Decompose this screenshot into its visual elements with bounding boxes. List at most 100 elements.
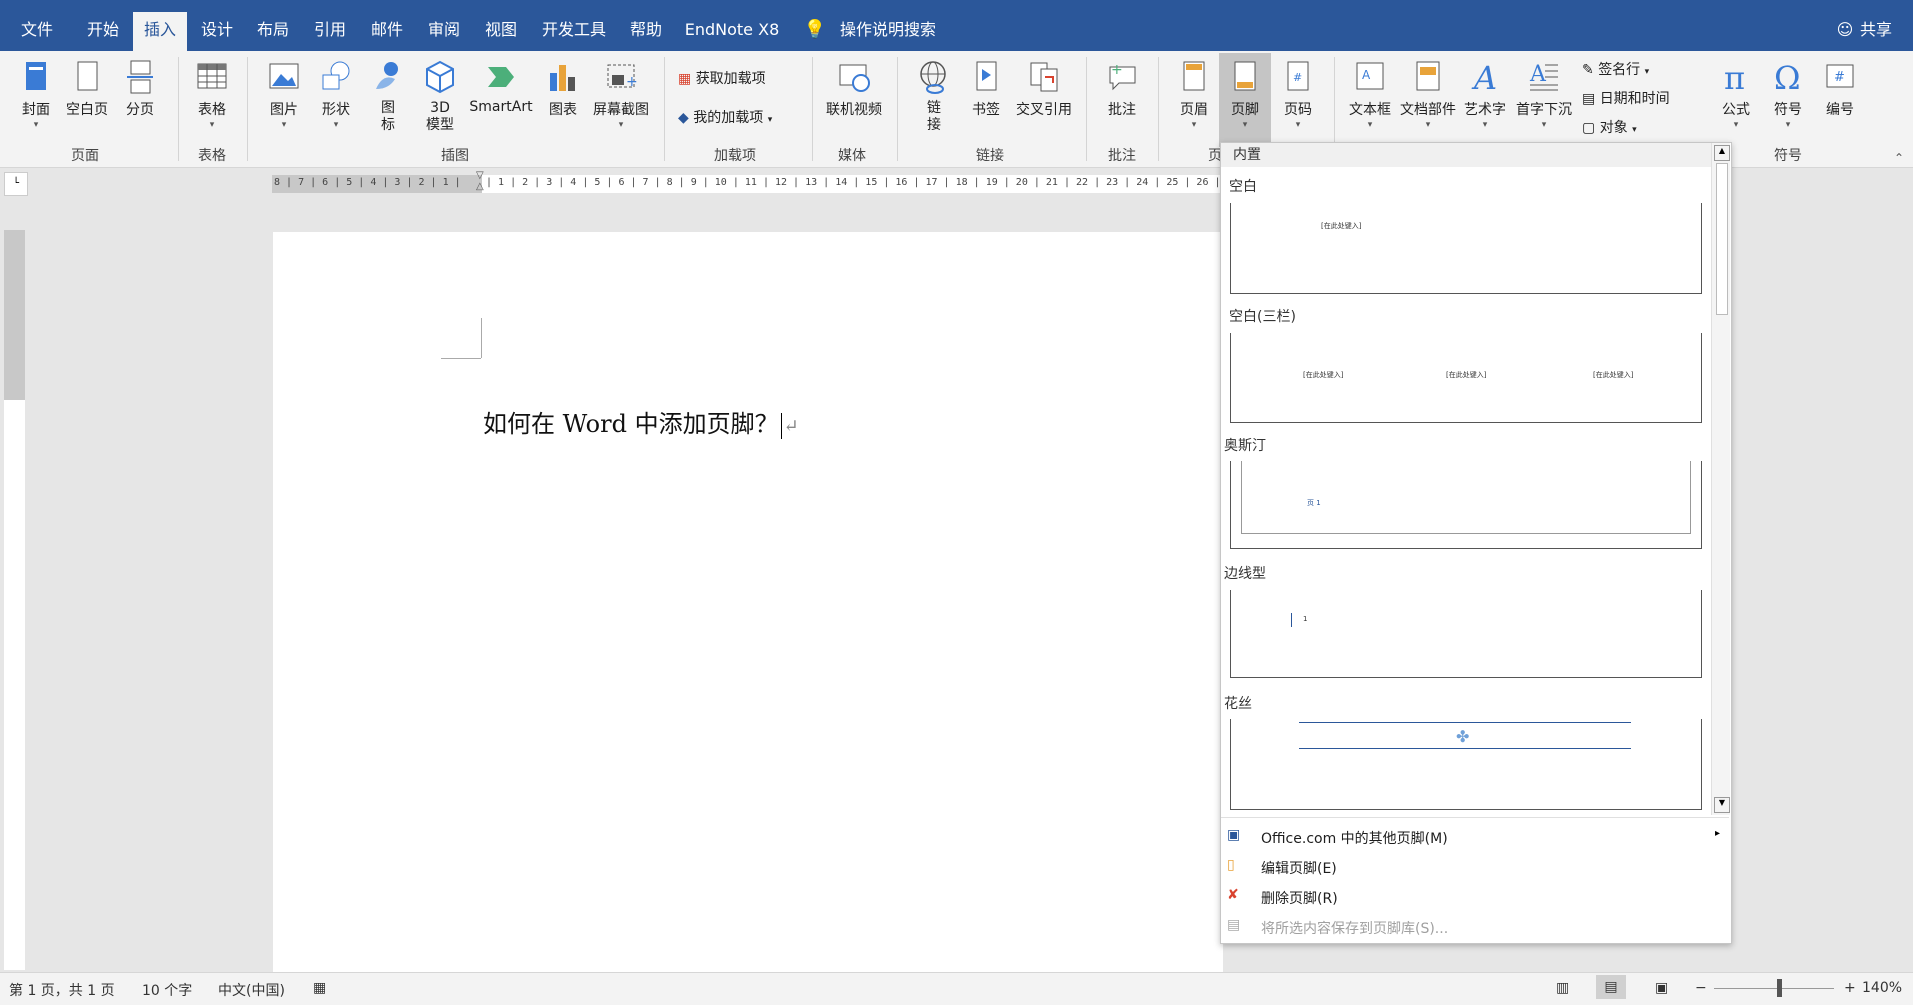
object-button[interactable]: ▢ 对象 ▾ [1582, 117, 1637, 137]
footer-option-sideline[interactable]: 1 [1230, 590, 1702, 678]
horizontal-ruler[interactable]: 8 | 7 | 6 | 5 | 4 | 3 | 2 | 1 | | 1 | 2 … [272, 175, 1222, 193]
page-count[interactable]: 第 1 页，共 1 页 [9, 980, 115, 1000]
tab-references[interactable]: 引用 [303, 0, 357, 51]
gallery-scrollbar[interactable]: ▲ ▼ [1711, 143, 1730, 815]
menu-item-label: 编辑页脚(E) [1261, 861, 1337, 877]
textbox-label: 文本框 [1349, 102, 1391, 118]
indent-marker[interactable]: ▽ △ [476, 170, 486, 200]
read-mode-icon[interactable]: ▥ [1556, 980, 1569, 996]
footer-button[interactable]: 页脚 ▾ [1219, 53, 1271, 147]
sideline-bar [1291, 613, 1292, 627]
header-button[interactable]: 页眉 ▾ [1172, 59, 1216, 130]
page-break-icon [127, 60, 153, 94]
tell-me-search[interactable]: 操作说明搜索 [833, 0, 943, 51]
my-addins-button[interactable]: ◆ 我的加载项 ▾ [678, 107, 772, 127]
tab-endnote[interactable]: EndNote X8 [682, 0, 782, 51]
3d-models-button[interactable]: 3D 模型 [418, 59, 462, 134]
zoom-in-icon[interactable]: + [1844, 980, 1856, 996]
tab-selector[interactable]: └ [4, 172, 28, 196]
table-button[interactable]: 表格 ▾ [190, 59, 234, 130]
cover-page-button[interactable]: 封面 ▾ [16, 59, 56, 130]
cross-reference-button[interactable]: 交叉引用 [1012, 59, 1076, 119]
zoom-out-icon[interactable]: − [1695, 980, 1707, 996]
ribbon-separator [664, 57, 665, 161]
wordart-button[interactable]: A 艺术字 ▾ [1460, 59, 1510, 130]
shapes-icon [322, 61, 350, 90]
bookmark-button[interactable]: 书签 [964, 59, 1008, 119]
placeholder-text: 1 [1303, 615, 1308, 623]
print-layout-icon[interactable]: ▤ [1596, 975, 1626, 999]
tab-layout[interactable]: 布局 [246, 0, 300, 51]
quick-parts-button[interactable]: 文档部件 ▾ [1398, 59, 1458, 130]
menu-item-more-footers[interactable]: ▣ Office.com 中的其他页脚(M) ▸ [1227, 825, 1727, 851]
tab-developer[interactable]: 开发工具 [534, 0, 614, 51]
scroll-up-arrow-icon[interactable]: ▲ [1714, 145, 1730, 161]
signature-line-button[interactable]: ✎ 签名行 ▾ [1582, 59, 1649, 79]
drop-cap-button[interactable]: A 首字下沉 ▾ [1512, 59, 1576, 130]
icons-label-1: 图 [381, 100, 395, 116]
menu-item-edit-footer[interactable]: ▯ 编辑页脚(E) [1227, 855, 1727, 881]
vertical-ruler [4, 230, 25, 970]
comment-button[interactable]: + 批注 [1100, 59, 1144, 119]
smartart-button[interactable]: SmartArt [466, 59, 536, 115]
page-break-button[interactable]: 分页 [118, 59, 162, 119]
zoom-slider-thumb[interactable] [1777, 979, 1782, 997]
symbol-button[interactable]: Ω 符号 ▾ [1764, 59, 1812, 130]
page-number-button[interactable]: # 页码 ▾ [1276, 59, 1320, 130]
tab-insert[interactable]: 插入 [133, 12, 187, 51]
online-video-button[interactable]: 联机视频 [822, 59, 886, 119]
online-video-icon [839, 64, 870, 92]
page-break-label: 分页 [126, 102, 154, 118]
footer-option-filigree[interactable]: ✤ [1230, 719, 1702, 810]
footer-option-blank-three-column[interactable]: [在此处键入] [在此处键入] [在此处键入] [1230, 333, 1702, 423]
textbox-button[interactable]: A 文本框 ▾ [1346, 59, 1394, 130]
language-indicator[interactable]: 中文(中国) [218, 980, 285, 1000]
share-button[interactable]: 共享 [1855, 0, 1897, 51]
placeholder-text: [在此处键入] [1321, 222, 1362, 230]
pictures-button[interactable]: 图片 ▾ [262, 59, 306, 130]
word-count[interactable]: 10 个字 [142, 980, 192, 1000]
screenshot-button[interactable]: + 屏幕截图 ▾ [588, 59, 654, 130]
footer-option-blank[interactable]: [在此处键入] [1230, 203, 1702, 294]
edit-footer-icon: ▯ [1227, 857, 1235, 873]
tab-view[interactable]: 视图 [474, 0, 528, 51]
zoom-slider[interactable] [1714, 988, 1834, 989]
web-layout-icon[interactable]: ▣ [1655, 980, 1668, 996]
scroll-down-arrow-icon[interactable]: ▼ [1714, 797, 1730, 813]
number-button[interactable]: # 编号 [1816, 59, 1864, 119]
tab-design[interactable]: 设计 [190, 0, 244, 51]
document-text[interactable]: 如何在 Word 中添加页脚？ ↵ [483, 404, 799, 439]
symbol-label: 符号 [1774, 102, 1802, 118]
ruler-right-ticks: | 1 | 2 | 3 | 4 | 5 | 6 | 7 | 8 | 9 | 10… [486, 177, 1222, 188]
collapse-ribbon-icon[interactable]: ⌃ [1894, 151, 1904, 165]
menu-item-label: 将所选内容保存到页脚库(S)... [1261, 921, 1449, 937]
svg-text:Ω: Ω [1774, 59, 1801, 95]
zoom-level[interactable]: 140% [1862, 980, 1902, 996]
placeholder-text: [在此处键入] [1593, 371, 1634, 379]
tab-help[interactable]: 帮助 [618, 0, 674, 51]
tab-file[interactable]: 文件 [10, 0, 64, 51]
link-button[interactable]: 链 接 [912, 59, 956, 134]
group-addins-label: 加载项 [714, 148, 756, 164]
tab-review[interactable]: 审阅 [417, 0, 471, 51]
icons-button[interactable]: 图 标 [366, 59, 410, 134]
chart-button[interactable]: 图表 [541, 59, 585, 119]
chart-icon [550, 65, 575, 91]
footer-option-austin[interactable]: 页 1 [1230, 461, 1702, 549]
tab-mailings[interactable]: 邮件 [360, 0, 414, 51]
tab-home[interactable]: 开始 [76, 0, 130, 51]
shapes-button[interactable]: 形状 ▾ [314, 59, 358, 130]
macro-record-icon[interactable]: ▦ [313, 980, 326, 996]
menu-item-remove-footer[interactable]: ✘ 删除页脚(R) [1227, 885, 1727, 911]
scrollbar-thumb[interactable] [1716, 163, 1728, 315]
menu-divider [1221, 817, 1729, 818]
document-page[interactable]: 如何在 Word 中添加页脚？ ↵ [273, 232, 1223, 972]
date-time-button[interactable]: ▤ 日期和时间 [1582, 88, 1670, 108]
chart-label: 图表 [549, 102, 577, 118]
equation-button[interactable]: π 公式 ▾ [1712, 59, 1760, 130]
footer-gallery-dropdown: 内置 空白 [在此处键入] 空白(三栏) [在此处键入] [在此处键入] [在此… [1220, 142, 1732, 944]
blank-page-button[interactable]: 空白页 [62, 59, 112, 119]
placeholder-text: 页 1 [1307, 499, 1321, 507]
get-addins-button[interactable]: ▦ 获取加载项 [678, 68, 766, 88]
gallery-item-label: 边线型 [1224, 566, 1266, 582]
